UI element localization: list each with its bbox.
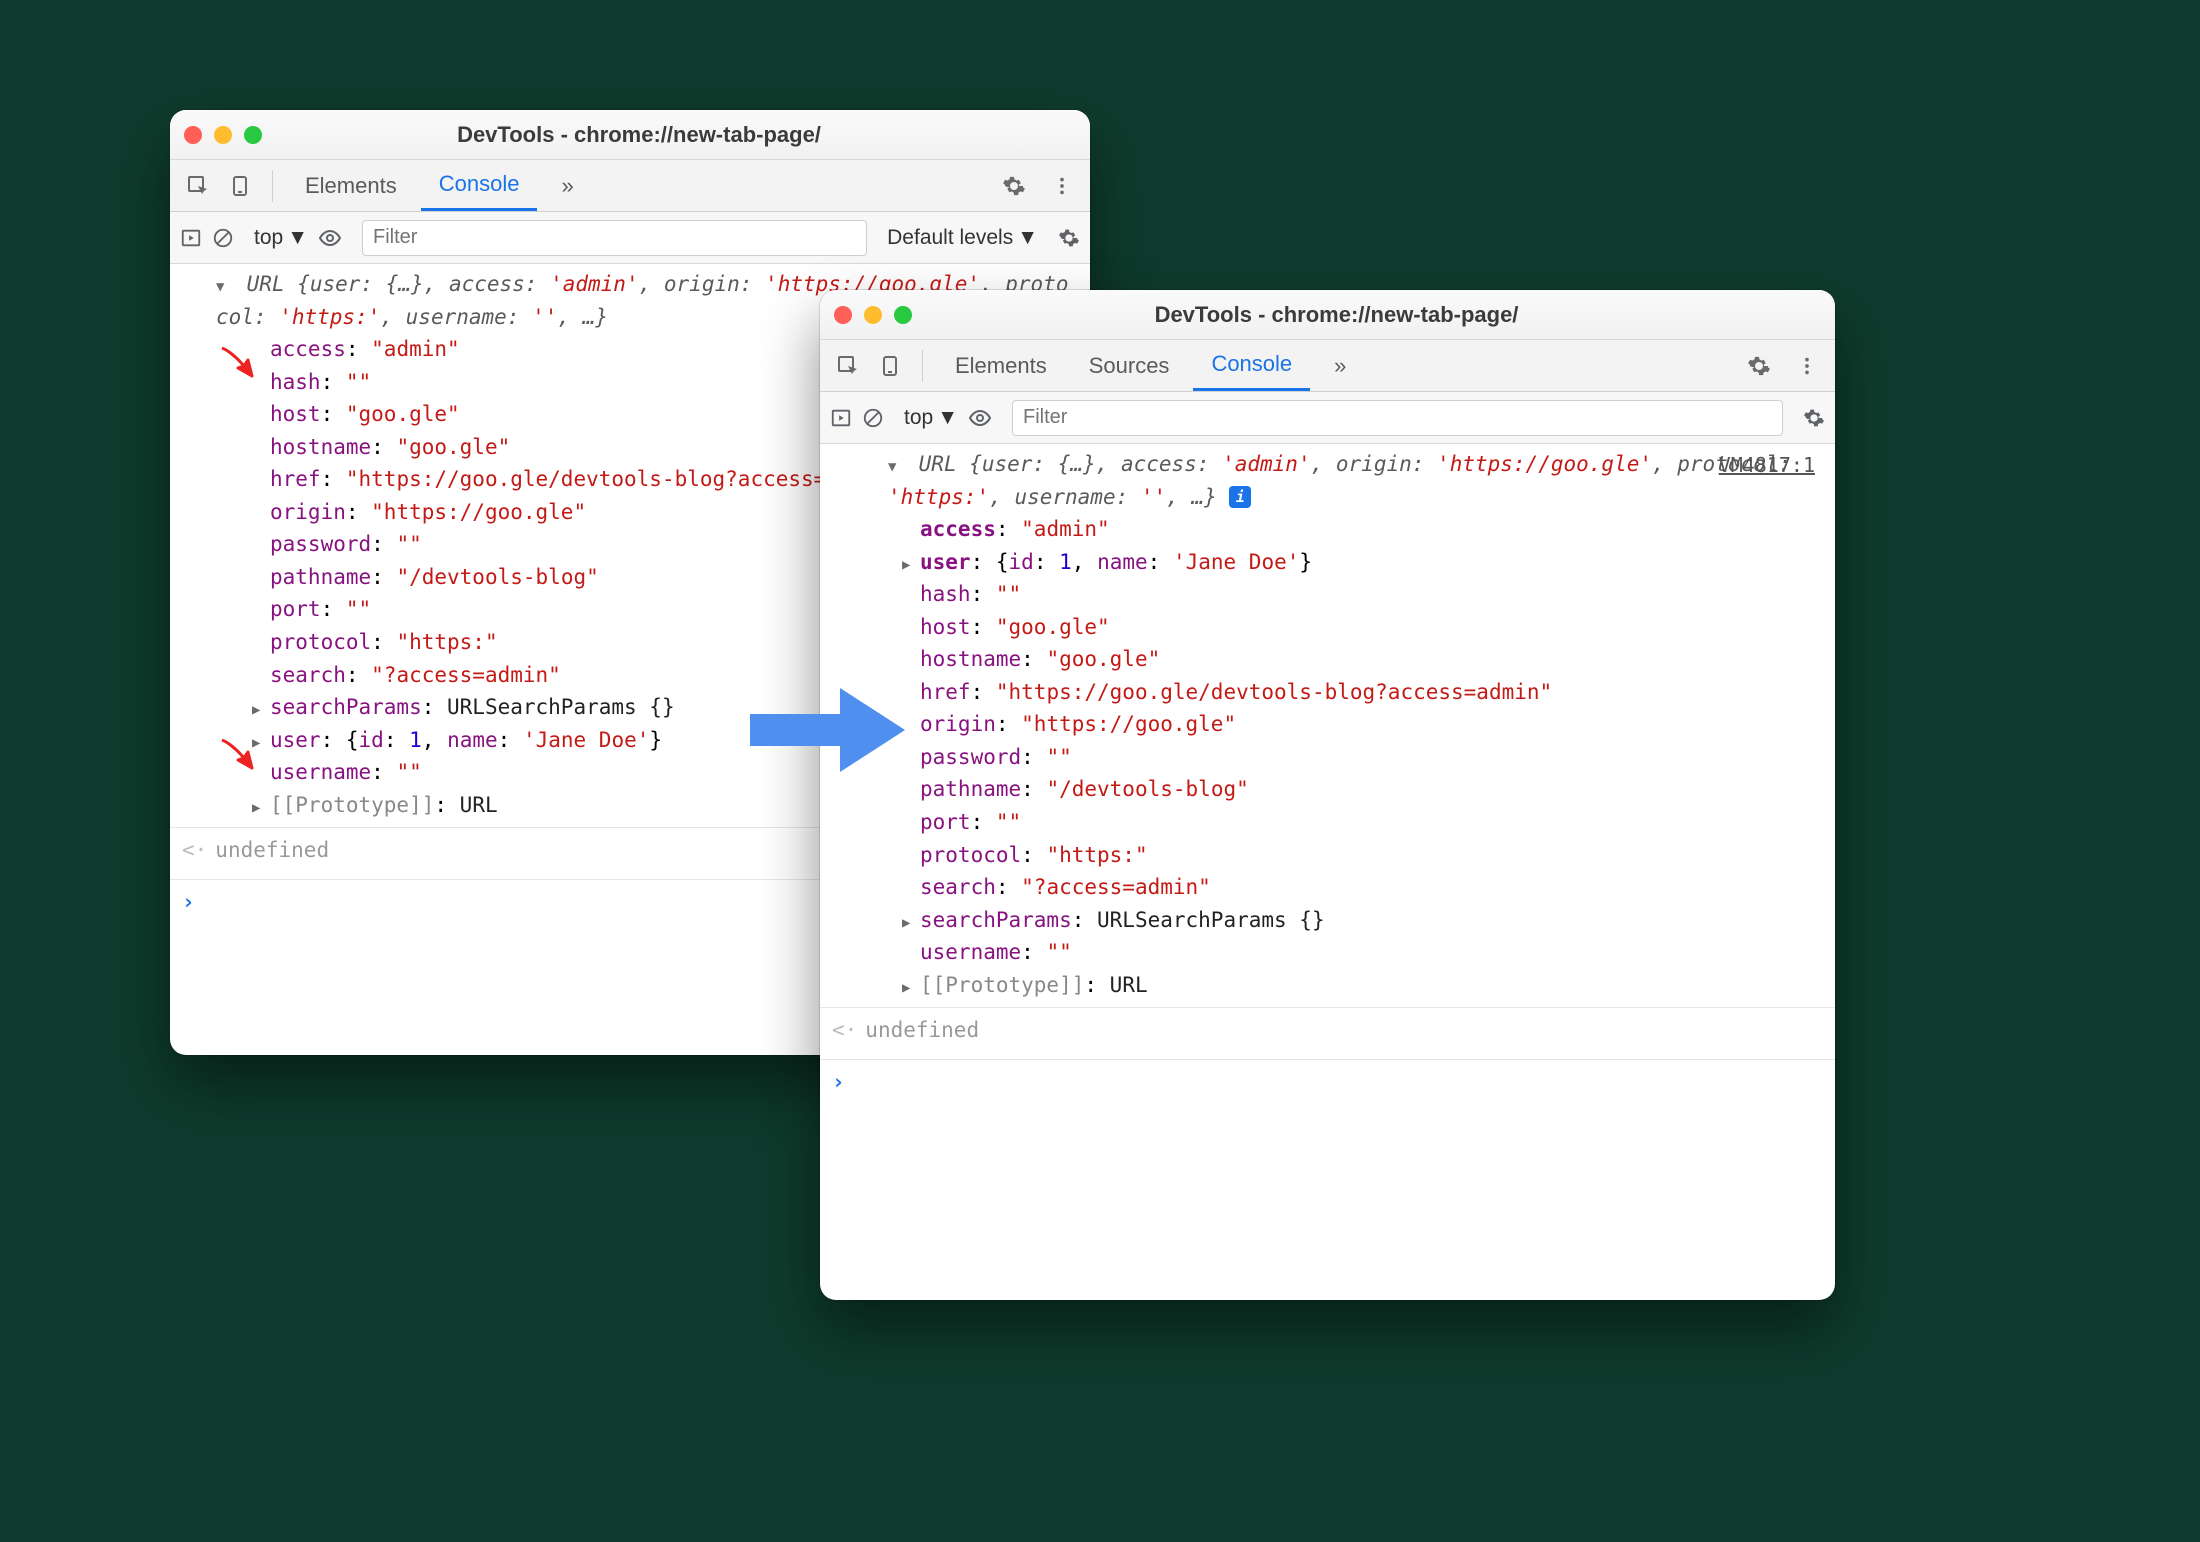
clear-console-icon[interactable] xyxy=(862,407,884,429)
zoom-icon[interactable] xyxy=(244,126,262,144)
filter-input[interactable] xyxy=(1012,400,1783,436)
expand-triangle-icon[interactable] xyxy=(902,546,916,579)
console-settings-icon[interactable] xyxy=(1803,407,1825,429)
expand-triangle-icon[interactable] xyxy=(252,724,266,757)
expand-triangle-icon[interactable] xyxy=(252,691,266,724)
gear-icon[interactable] xyxy=(1741,348,1777,384)
prop-search[interactable]: search: "?access=admin" xyxy=(820,871,1835,904)
prop-username[interactable]: username: "" xyxy=(820,936,1835,969)
context-selector[interactable]: top ▼ xyxy=(254,226,308,250)
console-output[interactable]: VM4817:1 URL {user: {…}, access: 'admin'… xyxy=(820,444,1835,1300)
devtools-window-after: DevTools - chrome://new-tab-page/ Elemen… xyxy=(820,290,1835,1300)
tab-more[interactable]: » xyxy=(543,160,591,211)
live-expression-icon[interactable] xyxy=(318,226,342,250)
prop-access[interactable]: access: "admin" xyxy=(820,513,1835,546)
tab-elements[interactable]: Elements xyxy=(287,160,415,211)
context-label: top xyxy=(254,226,283,250)
live-expression-icon[interactable] xyxy=(968,406,992,430)
prop-href[interactable]: href: "https://goo.gle/devtools-blog?acc… xyxy=(820,676,1835,709)
prop-searchparams[interactable]: searchParams: URLSearchParams {} xyxy=(820,904,1835,937)
expand-triangle-icon[interactable] xyxy=(216,268,230,301)
source-link[interactable]: VM4817:1 xyxy=(1719,450,1815,481)
prop-protocol[interactable]: protocol: "https:" xyxy=(820,839,1835,872)
console-filterbar: top ▼ xyxy=(820,392,1835,444)
return-arrow-icon: <· xyxy=(182,834,207,867)
prop-host[interactable]: host: "goo.gle" xyxy=(820,611,1835,644)
tab-console[interactable]: Console xyxy=(421,160,538,211)
window-title: DevTools - chrome://new-tab-page/ xyxy=(272,122,1006,148)
chevron-down-icon: ▼ xyxy=(937,406,958,430)
close-icon[interactable] xyxy=(184,126,202,144)
levels-label: Default levels xyxy=(887,226,1013,250)
console-sidebar-toggle-icon[interactable] xyxy=(830,407,852,429)
return-arrow-icon: <· xyxy=(832,1014,857,1047)
chevron-down-icon: ▼ xyxy=(1017,226,1038,250)
return-value-row: <· undefined xyxy=(820,1008,1835,1053)
device-toolbar-icon[interactable] xyxy=(872,348,908,384)
console-sidebar-toggle-icon[interactable] xyxy=(180,227,202,249)
divider xyxy=(272,170,273,202)
window-titlebar[interactable]: DevTools - chrome://new-tab-page/ xyxy=(820,290,1835,340)
filter-input[interactable] xyxy=(362,220,867,256)
minimize-icon[interactable] xyxy=(864,306,882,324)
prop-pathname[interactable]: pathname: "/devtools-blog" xyxy=(820,773,1835,806)
kebab-icon[interactable] xyxy=(1044,168,1080,204)
undefined-value: undefined xyxy=(215,834,329,867)
chevron-down-icon: ▼ xyxy=(287,226,308,250)
inspect-element-icon[interactable] xyxy=(180,168,216,204)
window-controls xyxy=(184,126,262,144)
console-filterbar: top ▼ Default levels ▼ xyxy=(170,212,1090,264)
devtools-tabbar: Elements Console » xyxy=(170,160,1090,212)
prop-port[interactable]: port: "" xyxy=(820,806,1835,839)
devtools-tabbar: Elements Sources Console » xyxy=(820,340,1835,392)
console-prompt[interactable]: › xyxy=(820,1060,1835,1105)
expand-triangle-icon[interactable] xyxy=(902,904,916,937)
device-toolbar-icon[interactable] xyxy=(222,168,258,204)
prop-hash[interactable]: hash: "" xyxy=(820,578,1835,611)
undefined-value: undefined xyxy=(865,1014,979,1047)
minimize-icon[interactable] xyxy=(214,126,232,144)
zoom-icon[interactable] xyxy=(894,306,912,324)
expand-triangle-icon[interactable] xyxy=(888,448,902,481)
window-title: DevTools - chrome://new-tab-page/ xyxy=(922,302,1751,328)
context-label: top xyxy=(904,406,933,430)
tab-console[interactable]: Console xyxy=(1193,340,1310,391)
clear-console-icon[interactable] xyxy=(212,227,234,249)
gear-icon[interactable] xyxy=(996,168,1032,204)
inspect-element-icon[interactable] xyxy=(830,348,866,384)
window-titlebar[interactable]: DevTools - chrome://new-tab-page/ xyxy=(170,110,1090,160)
tab-more[interactable]: » xyxy=(1316,340,1364,391)
object-summary[interactable]: URL {user: {…}, access: 'admin', origin:… xyxy=(820,448,1835,513)
close-icon[interactable] xyxy=(834,306,852,324)
context-selector[interactable]: top ▼ xyxy=(904,406,958,430)
kebab-icon[interactable] xyxy=(1789,348,1825,384)
divider xyxy=(922,350,923,382)
prop-password[interactable]: password: "" xyxy=(820,741,1835,774)
tab-sources[interactable]: Sources xyxy=(1071,340,1188,391)
prop-origin[interactable]: origin: "https://goo.gle" xyxy=(820,708,1835,741)
prop-hostname[interactable]: hostname: "goo.gle" xyxy=(820,643,1835,676)
info-badge-icon[interactable]: i xyxy=(1229,486,1251,508)
expand-triangle-icon[interactable] xyxy=(252,789,266,822)
tab-elements[interactable]: Elements xyxy=(937,340,1065,391)
console-settings-icon[interactable] xyxy=(1058,227,1080,249)
prop-prototype[interactable]: [[Prototype]]: URL xyxy=(820,969,1835,1002)
expand-triangle-icon[interactable] xyxy=(902,969,916,1002)
window-controls xyxy=(834,306,912,324)
prop-user[interactable]: user: {id: 1, name: 'Jane Doe'} xyxy=(820,546,1835,579)
log-levels-selector[interactable]: Default levels ▼ xyxy=(887,226,1038,250)
